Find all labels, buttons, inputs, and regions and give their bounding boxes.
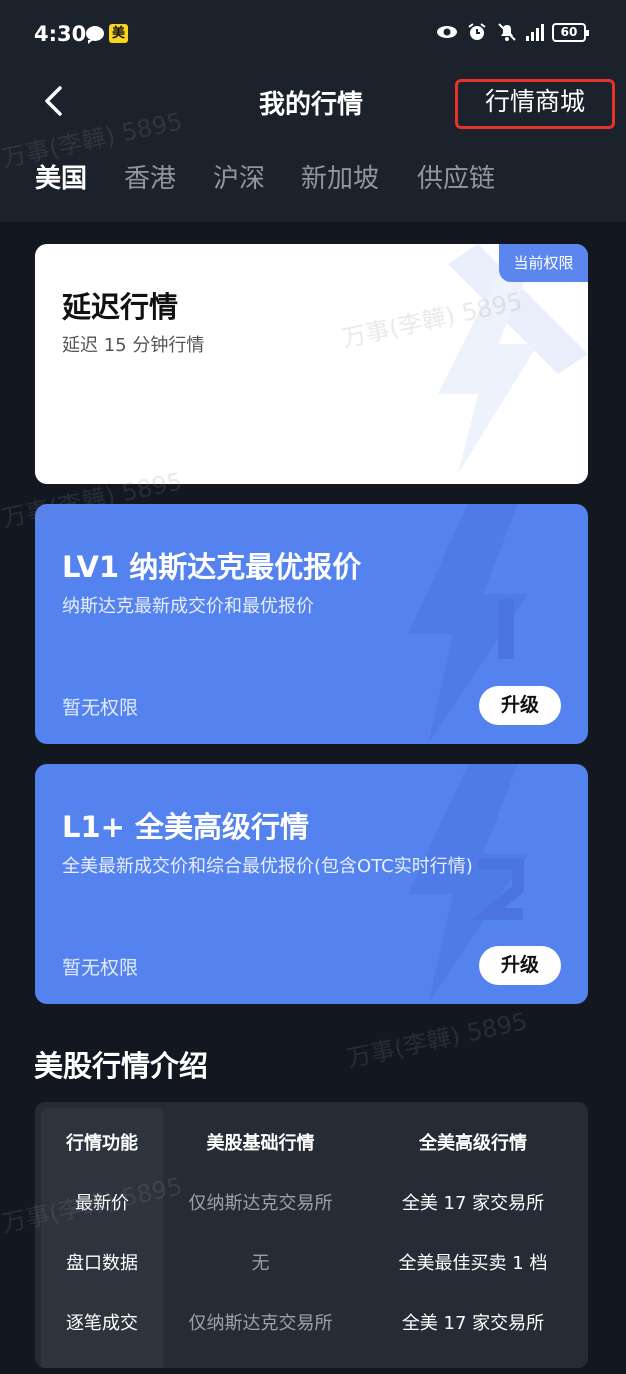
table-header: 全美高级行情 xyxy=(419,1133,527,1154)
table-header: 美股基础行情 xyxy=(206,1133,315,1154)
card-subtitle: 纳斯达克最新成交价和最优报价 xyxy=(62,596,314,617)
region-tabs: 美国 香港 沪深 新加坡 供应链 xyxy=(0,140,626,222)
table-cell: 全美 17 家交易所 xyxy=(401,1313,545,1334)
tab-singapore[interactable]: 新加坡 xyxy=(301,158,379,195)
section-title: 美股行情介绍 xyxy=(34,1049,209,1083)
tab-us[interactable]: 美国 xyxy=(35,158,87,195)
card-delayed-quotes[interactable]: 当前权限 延迟行情 延迟 15 分钟行情 xyxy=(35,244,588,484)
card-title: LV1 纳斯达克最优报价 xyxy=(62,550,362,584)
card-title: 延迟行情 xyxy=(62,290,179,324)
card-l1plus-us-advanced[interactable]: L1+ 全美高级行情 全美最新成交价和综合最优报价(包含OTC实时行情) 暂无权… xyxy=(35,764,588,1004)
market-store-link[interactable]: 行情商城 xyxy=(455,79,615,129)
tab-hongkong[interactable]: 香港 xyxy=(124,158,176,195)
table-cell: 全美最佳买卖 1 档 xyxy=(398,1253,548,1274)
signal-icon xyxy=(526,23,544,41)
table-cell: 逐笔成交 xyxy=(66,1313,138,1334)
tab-shanghai-shenzhen[interactable]: 沪深 xyxy=(213,158,265,195)
card-title: L1+ 全美高级行情 xyxy=(62,810,310,844)
alarm-icon xyxy=(468,23,486,40)
table-cell: 全美 17 家交易所 xyxy=(401,1193,545,1214)
status-time: 4:30 xyxy=(34,22,87,46)
upgrade-button[interactable]: 升级 xyxy=(479,686,561,725)
permission-status: 暂无权限 xyxy=(62,957,139,979)
eye-icon xyxy=(437,26,457,38)
table-cell: 无 xyxy=(251,1253,270,1274)
card-subtitle: 延迟 15 分钟行情 xyxy=(62,335,205,356)
chat-icon xyxy=(86,26,104,44)
status-right-icons: 60 xyxy=(436,22,589,42)
table-cell: 盘口数据 xyxy=(66,1253,138,1274)
upgrade-button[interactable]: 升级 xyxy=(479,946,561,985)
table-cell: 仅纳斯达克交易所 xyxy=(188,1313,333,1334)
mute-icon xyxy=(498,23,516,41)
card-subtitle: 全美最新成交价和综合最优报价(包含OTC实时行情) xyxy=(62,856,473,877)
table-cell: 仅纳斯达克交易所 xyxy=(188,1193,333,1214)
table-cell: 最新价 xyxy=(75,1193,129,1214)
watermark: 万事(李韡) 5895 xyxy=(344,1007,530,1073)
comparison-table: 行情功能 美股基础行情 全美高级行情 最新价 仅纳斯达克交易所 全美 17 家交… xyxy=(35,1102,588,1368)
meituan-icon: 美 xyxy=(109,24,128,43)
card-lv1-nasdaq[interactable]: LV1 纳斯达克最优报价 纳斯达克最新成交价和最优报价 暂无权限 升级 xyxy=(35,504,588,744)
permission-status: 暂无权限 xyxy=(62,697,139,719)
status-left-icons: 美 xyxy=(86,24,128,44)
current-permission-badge: 当前权限 xyxy=(499,244,588,282)
status-bar: 4:30 美 60 xyxy=(0,0,626,70)
tab-supply-chain[interactable]: 供应链 xyxy=(417,158,495,195)
nav-bar: 我的行情 行情商城 xyxy=(0,70,626,140)
table-header: 行情功能 xyxy=(66,1133,138,1154)
battery-icon: 60 xyxy=(552,22,589,42)
